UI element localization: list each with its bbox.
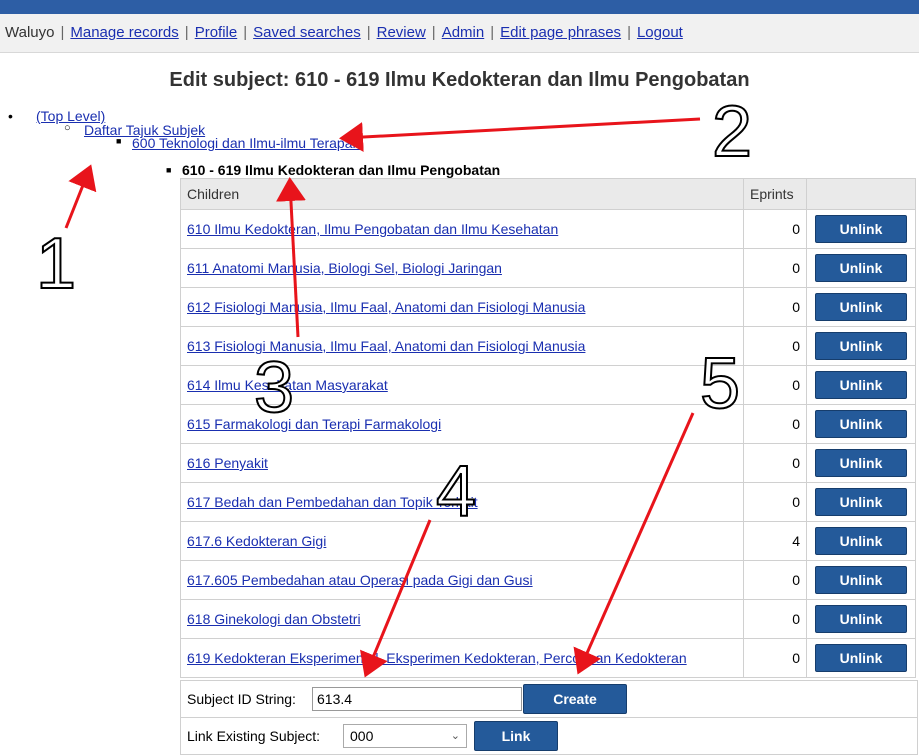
arrow-2-icon xyxy=(339,117,701,153)
arrow-5-icon xyxy=(573,412,695,675)
arrow-3-icon xyxy=(275,177,306,338)
annotation-number: 4 xyxy=(436,452,476,532)
arrow-4-icon xyxy=(360,519,432,678)
annotation-overlay: 1 2 3 4 5 xyxy=(35,91,753,678)
annotation-number: 3 xyxy=(254,348,294,428)
arrow-1-icon xyxy=(64,164,97,229)
annotation-number: 5 xyxy=(700,344,740,424)
annotation-number: 1 xyxy=(36,224,76,304)
annotation-number: 2 xyxy=(712,92,752,172)
